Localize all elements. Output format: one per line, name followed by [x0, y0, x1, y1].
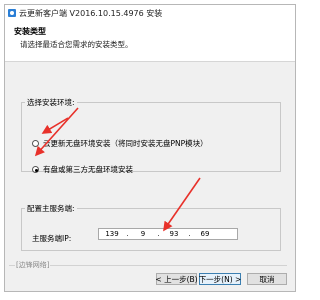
radio-checked-icon[interactable]	[32, 166, 39, 173]
title-bar: 云更新客户端 V2016.10.15.4976 安装	[5, 5, 295, 22]
ip-octet-2[interactable]: 9	[130, 230, 156, 238]
cancel-button[interactable]: 取消	[247, 273, 287, 285]
radio-disk-install[interactable]: 有盘或第三方无盘环境安装	[32, 164, 133, 175]
radio-diskless-install[interactable]: 云更新无盘环境安装（将同时安装无盘PNP模块）	[32, 138, 208, 149]
install-env-group: 选择安装环境: 云更新无盘环境安装（将同时安装无盘PNP模块） 有盘或第三方无盘…	[21, 97, 281, 175]
ip-octet-1[interactable]: 139	[99, 230, 125, 238]
footer-brand: [边锋网络]	[15, 260, 51, 270]
page-title: 安装类型	[14, 27, 46, 36]
installer-window: 云更新客户端 V2016.10.15.4976 安装 安装类型 请选择最适合您需…	[4, 4, 296, 292]
server-config-label: 配置主服务端:	[27, 204, 75, 213]
prev-button[interactable]: < 上一步(B)	[155, 273, 198, 285]
radio-diskless-label: 云更新无盘环境安装（将同时安装无盘PNP模块）	[43, 139, 208, 148]
window-title: 云更新客户端 V2016.10.15.4976 安装	[19, 8, 163, 18]
radio-disk-label: 有盘或第三方无盘环境安装	[43, 165, 133, 174]
radio-unchecked-icon[interactable]	[32, 140, 39, 147]
server-ip-label: 主服务端IP:	[32, 234, 72, 243]
footer-divider	[9, 265, 287, 266]
wizard-header: 安装类型 请选择最适合您需求的安装类型。	[5, 21, 295, 62]
ip-octet-3[interactable]: 93	[161, 230, 187, 238]
server-ip-input[interactable]: 139 . 9 . 93 . 69	[98, 228, 238, 240]
next-button[interactable]: 下一步(N) >	[199, 273, 241, 285]
app-icon	[8, 9, 16, 17]
install-env-label: 选择安装环境:	[27, 98, 75, 107]
page-subtitle: 请选择最适合您需求的安装类型。	[20, 40, 133, 49]
ip-octet-4[interactable]: 69	[192, 230, 218, 238]
server-config-group: 配置主服务端: 主服务端IP: 139 . 9 . 93 . 69	[21, 203, 281, 251]
